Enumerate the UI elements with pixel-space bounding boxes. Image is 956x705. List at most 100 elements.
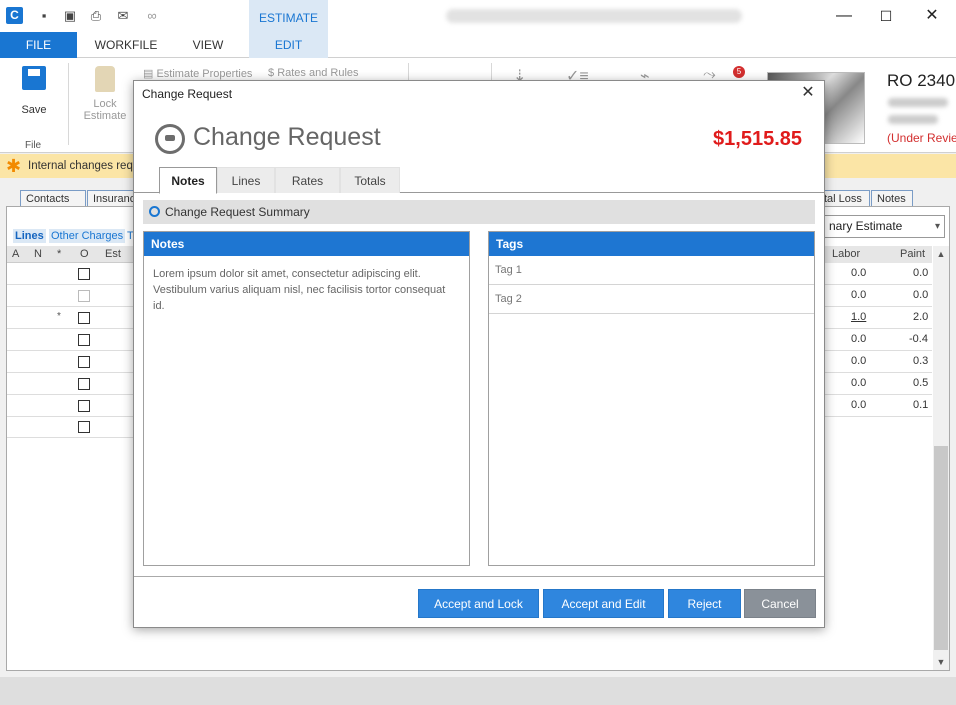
mail-icon[interactable]: ✉ (115, 8, 131, 24)
accept-and-edit-button[interactable]: Accept and Edit (543, 589, 664, 618)
grid-header: A N * O Est (7, 246, 133, 263)
row-checkbox[interactable] (78, 400, 90, 412)
close-button[interactable]: ✕ (922, 6, 942, 26)
table-row[interactable] (7, 373, 133, 395)
chevron-down-icon: ▾ (934, 221, 940, 232)
row-checkbox[interactable] (78, 312, 90, 324)
change-request-icon (155, 124, 185, 154)
labor-cell: 0.0 (851, 267, 867, 279)
table-row[interactable]: 0.0 0.0 (824, 285, 932, 307)
table-row[interactable]: * (7, 307, 133, 329)
vertical-scrollbar[interactable]: ▲ ▼ (933, 246, 949, 670)
link-icon[interactable]: ∞ (144, 8, 160, 24)
estimate-type-value: nary Estimate (829, 219, 903, 233)
estimate-type-select[interactable]: nary Estimate ▾ (822, 215, 945, 238)
app-logo-icon: C (6, 7, 23, 24)
col-paint[interactable]: Paint (900, 246, 925, 263)
estimate-properties-label: Estimate Properties (156, 68, 253, 80)
menu-bar: FILE WORKFILE VIEW EDIT (0, 32, 956, 58)
estimate-properties-button[interactable]: ▤ Estimate Properties (143, 67, 252, 80)
file-group-label: File (25, 140, 42, 151)
notification-badge: 5 (733, 66, 745, 78)
dialog-titlebar[interactable]: Change Request ✕ (134, 81, 824, 107)
table-row[interactable] (7, 263, 133, 285)
col-o[interactable]: O (80, 246, 89, 263)
paint-cell: -0.4 (909, 333, 928, 345)
tags-panel: Tags Tag 1 Tag 2 (488, 231, 815, 566)
row-checkbox[interactable] (78, 356, 90, 368)
tab-totals[interactable]: Totals (340, 167, 400, 193)
save-button[interactable]: Save (10, 66, 58, 116)
change-request-heading: Change Request (193, 123, 381, 151)
table-row[interactable] (7, 329, 133, 351)
status-bar (0, 677, 956, 705)
row-checkbox[interactable] (78, 290, 90, 302)
rates-rules-button[interactable]: $ Rates and Rules (268, 67, 359, 79)
window-title-blurred (446, 9, 742, 23)
magnifier-icon (149, 206, 160, 217)
tab-lines[interactable]: Lines (217, 167, 275, 193)
save-all-icon[interactable]: ▣ (62, 8, 78, 24)
table-row[interactable]: 0.0 0.0 (824, 263, 932, 285)
floppy-disk-icon (22, 66, 46, 90)
table-row[interactable] (7, 285, 133, 307)
menu-view[interactable]: VIEW (180, 32, 236, 58)
col-a[interactable]: A (12, 246, 19, 263)
tab-notes[interactable]: Notes (159, 167, 217, 194)
table-row[interactable]: 1.0 2.0 (824, 307, 932, 329)
subtab-lines[interactable]: Lines (13, 229, 46, 243)
row-checkbox[interactable] (78, 268, 90, 280)
labor-cell: 0.0 (851, 289, 867, 301)
labor-cell: 0.0 (851, 355, 867, 367)
repair-order-title: RO 2340 (887, 71, 956, 90)
close-icon[interactable]: ✕ (799, 84, 817, 102)
reject-button[interactable]: Reject (668, 589, 741, 618)
tag-item[interactable]: Tag 2 (489, 285, 814, 314)
menu-edit[interactable]: EDIT (249, 32, 328, 58)
row-checkbox[interactable] (78, 334, 90, 346)
save-icon[interactable]: ▪ (36, 8, 52, 24)
tab-contacts[interactable]: Contacts (20, 190, 86, 206)
save-label: Save (21, 104, 47, 116)
tag-item[interactable]: Tag 1 (489, 256, 814, 285)
accept-and-lock-button[interactable]: Accept and Lock (418, 589, 539, 618)
scrollbar-thumb[interactable] (934, 446, 948, 650)
lock-estimate-label: Lock Estimate (83, 98, 127, 122)
paint-cell: 0.0 (913, 267, 929, 279)
notes-panel: Notes Lorem ipsum dolor sit amet, consec… (143, 231, 470, 566)
menu-workfile[interactable]: WORKFILE (85, 32, 167, 58)
table-row[interactable] (7, 395, 133, 417)
table-row[interactable] (7, 351, 133, 373)
menu-file[interactable]: FILE (0, 32, 77, 58)
minimize-button[interactable]: — (834, 6, 854, 26)
scroll-down-icon[interactable]: ▼ (935, 656, 947, 668)
tab-insurance[interactable]: Insuranc (87, 190, 137, 206)
table-row[interactable]: 0.0 0.1 (824, 395, 932, 417)
table-row[interactable]: 0.0 0.3 (824, 351, 932, 373)
tab-notes[interactable]: Notes (871, 190, 913, 206)
row-checkbox[interactable] (78, 421, 90, 433)
subtab-other-charges[interactable]: Other Charges (49, 229, 126, 243)
title-bar: C ▪ ▣ ⎙ ✉ ∞ ESTIMATE — ☐ ✕ (0, 0, 956, 32)
table-row[interactable] (7, 416, 133, 438)
notes-header: Notes (144, 232, 469, 256)
table-row[interactable]: 0.0 0.5 (824, 373, 932, 395)
tab-rates[interactable]: Rates (275, 167, 340, 193)
notes-body[interactable]: Lorem ipsum dolor sit amet, consectetur … (153, 266, 458, 314)
maximize-button[interactable]: ☐ (876, 6, 896, 26)
table-row[interactable]: 0.0 -0.4 (824, 329, 932, 351)
context-tab-estimate: ESTIMATE (249, 0, 328, 32)
dialog-title: Change Request (142, 87, 233, 101)
col-n[interactable]: N (34, 246, 42, 263)
col-star[interactable]: * (57, 246, 61, 263)
print-icon[interactable]: ⎙ (88, 8, 104, 24)
tab-total-loss[interactable]: tal Loss (818, 190, 870, 206)
paint-cell: 0.1 (913, 399, 929, 411)
scroll-up-icon[interactable]: ▲ (935, 248, 947, 260)
row-checkbox[interactable] (78, 378, 90, 390)
lock-estimate-button[interactable]: Lock Estimate (80, 66, 130, 122)
cancel-button[interactable]: Cancel (744, 589, 816, 618)
tags-header: Tags (489, 232, 814, 256)
col-est[interactable]: Est (105, 246, 121, 263)
col-labor[interactable]: Labor (832, 246, 860, 263)
